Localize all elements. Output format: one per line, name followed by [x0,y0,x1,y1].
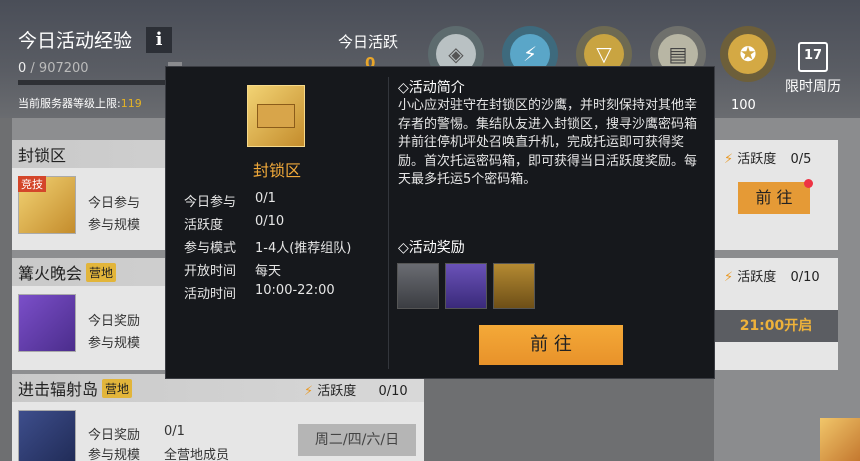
camp-tag: 营地 [86,262,117,282]
activity-name: 篝火晚会 [18,264,83,283]
info-value: 0/1 [255,191,276,206]
daily-exp-title: 今日活动经验 [18,30,133,52]
gold-crate-icon [247,85,305,147]
today-active-label: 今日活跃 [338,33,399,51]
right-column: ⚡ 活跃度 0/5 前 往 ⚡ 活跃度 0/10 21:00开启 [714,118,860,461]
active-label: 活跃度 [317,384,357,399]
info-label: 参与模式 [184,241,237,256]
info-value: 每天 [255,264,282,279]
info-label: 开放时间 [184,264,237,279]
info-value: 1-4人(推荐组队) [255,241,352,256]
corner-mark [168,62,182,66]
calendar-button[interactable]: 17 限时周历 [778,42,848,96]
server-limit-value: 119 [120,97,142,110]
row-label: 今日奖励 [88,314,141,329]
active-count: 0/5 [790,152,812,167]
active-line: ⚡ 活跃度 0/5 [724,148,811,167]
reward-threshold: 100 [731,98,756,113]
blue-device-icon [18,410,76,461]
open-days-button[interactable]: 周二/四/六/日 [298,424,416,456]
row-label: 今日参与 [88,196,141,211]
info-value: 10:00-22:00 [255,283,335,298]
lightning-icon: ⚡ [724,152,734,167]
activity-title: 封锁区 [252,161,301,180]
active-label: 活跃度 [737,270,777,285]
lockdown-status-card: ⚡ 活跃度 0/5 前 往 [714,140,838,250]
info-label: 活动时间 [184,287,237,302]
server-level-limit: 当前服务器等级上限:119 [18,95,142,111]
server-limit-label: 当前服务器等级上限: [18,97,121,110]
row-value: 全营地成员 [164,448,230,461]
reward-title: ◇活动奖励 [398,240,465,256]
go-label: 前 往 [755,188,793,207]
intro-title: ◇活动简介 [398,80,465,96]
purple-gift-icon [18,294,76,352]
exp-current: 0 [18,61,27,76]
radiation-active-line: ⚡ 活跃度 0/10 [304,380,408,399]
activity-name: 进击辐射岛 [18,380,99,399]
notification-dot [804,179,813,188]
camp-tag: 营地 [102,378,133,398]
exp-total: / 907200 [30,61,89,76]
go-button[interactable]: 前 往 [479,325,623,365]
open-time-button[interactable]: 21:00开启 [714,310,838,342]
info-label: 活跃度 [184,218,224,233]
active-count: 0/10 [790,270,820,285]
competitive-badge: 竞技 [18,176,46,192]
activity-summary: 封锁区 今日参与 0/1 活跃度 0/10 参与模式 1-4人(推荐组队) 开放… [166,67,388,380]
intro-text: 小心应对驻守在封锁区的沙鹰，并时刻保持对其他幸存者的警惕。集结队友进入封锁区，搜… [398,98,698,187]
info-value: 0/10 [255,214,285,229]
info-label: 今日参与 [184,195,237,210]
activity-detail-popup: 封锁区 今日参与 0/1 活跃度 0/10 参与模式 1-4人(推荐组队) 开放… [165,62,715,380]
gift-box-icon[interactable] [820,418,860,461]
gold-coin-stack-icon[interactable]: ✪ [720,26,776,82]
gold-crate-icon[interactable] [493,263,535,309]
row-label: 今日奖励 [88,428,141,443]
row-label: 参与规模 [88,448,141,461]
active-line: ⚡ 活跃度 0/10 [724,266,820,285]
exp-value: 0 / 907200 [18,61,89,76]
lightning-icon: ⚡ [304,384,314,399]
calendar-icon: 17 [798,42,828,72]
active-label: 活跃度 [737,152,777,167]
info-button[interactable]: i [146,27,172,53]
divider [388,77,389,369]
row-label: 参与规模 [88,336,141,351]
active-count: 0/10 [378,384,408,399]
lightning-icon: ⚡ [724,270,734,285]
silver-coin-icon[interactable] [397,263,439,309]
row-label: 参与规模 [88,218,141,233]
calendar-label: 限时周历 [785,79,841,95]
go-button[interactable]: 前 往 [738,179,813,214]
row-value: 0/1 [164,424,185,439]
silver-crate-icon[interactable] [445,263,487,309]
